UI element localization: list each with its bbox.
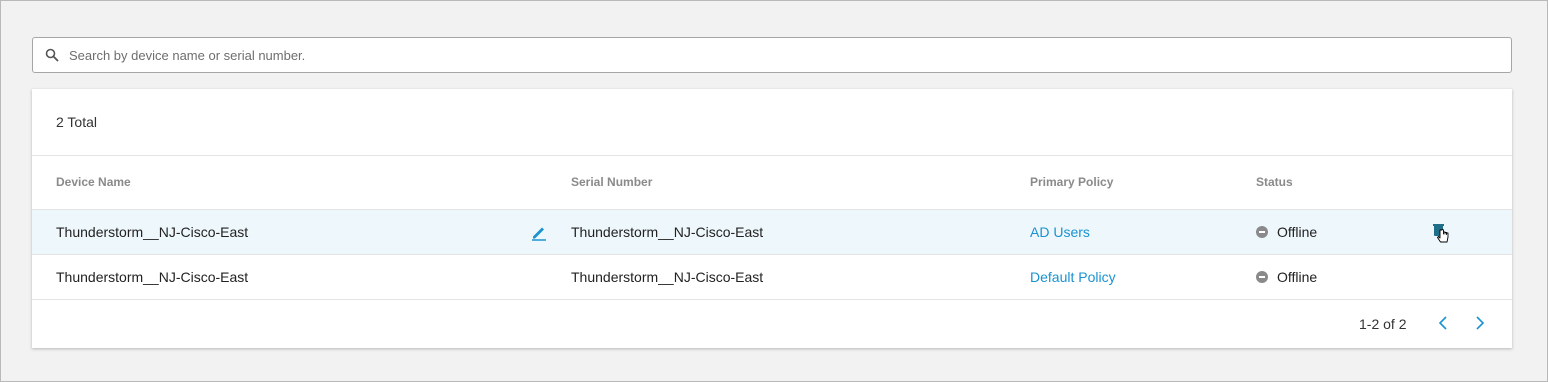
search-icon <box>45 48 59 62</box>
offline-status-icon <box>1256 226 1268 238</box>
device-name-cell: Thunderstorm__NJ-Cisco-East <box>56 269 249 285</box>
edit-button[interactable] <box>530 223 548 241</box>
table-row[interactable]: Thunderstorm__NJ-Cisco-East Thunderstorm… <box>32 255 1512 299</box>
column-header-primary-policy[interactable]: Primary Policy <box>1030 175 1113 189</box>
primary-policy-link[interactable]: AD Users <box>1030 224 1090 240</box>
column-header-status[interactable]: Status <box>1256 175 1293 189</box>
table-row[interactable]: Thunderstorm__NJ-Cisco-East Thunderstorm… <box>32 210 1512 254</box>
column-header-serial-number[interactable]: Serial Number <box>571 175 652 189</box>
primary-policy-link[interactable]: Default Policy <box>1030 269 1116 285</box>
column-header-device-name[interactable]: Device Name <box>56 175 131 189</box>
serial-number-cell: Thunderstorm__NJ-Cisco-East <box>571 269 764 285</box>
search-bar[interactable] <box>32 37 1512 73</box>
serial-number-cell: Thunderstorm__NJ-Cisco-East <box>571 224 764 240</box>
divider <box>32 155 1512 156</box>
pencil-icon <box>532 227 546 241</box>
status-label: Offline <box>1277 224 1318 240</box>
total-count: 2 Total <box>56 114 97 130</box>
pagination-range: 1-2 of 2 <box>1359 316 1407 332</box>
hand-cursor-icon <box>1433 224 1449 243</box>
search-input[interactable] <box>69 40 1469 70</box>
next-page-button[interactable] <box>1470 313 1490 333</box>
delete-button[interactable] <box>1431 222 1453 244</box>
devices-table-card: 2 Total Device Name Serial Number Primar… <box>32 89 1512 348</box>
previous-page-button[interactable] <box>1433 313 1453 333</box>
status-cell: Offline <box>1256 269 1317 285</box>
chevron-right-icon <box>1476 316 1485 330</box>
status-label: Offline <box>1277 269 1318 285</box>
status-cell: Offline <box>1256 224 1317 240</box>
chevron-left-icon <box>1438 316 1447 330</box>
app-frame: 2 Total Device Name Serial Number Primar… <box>0 0 1548 382</box>
device-name-cell: Thunderstorm__NJ-Cisco-East <box>56 224 249 240</box>
offline-status-icon <box>1256 271 1268 283</box>
divider <box>32 299 1512 300</box>
